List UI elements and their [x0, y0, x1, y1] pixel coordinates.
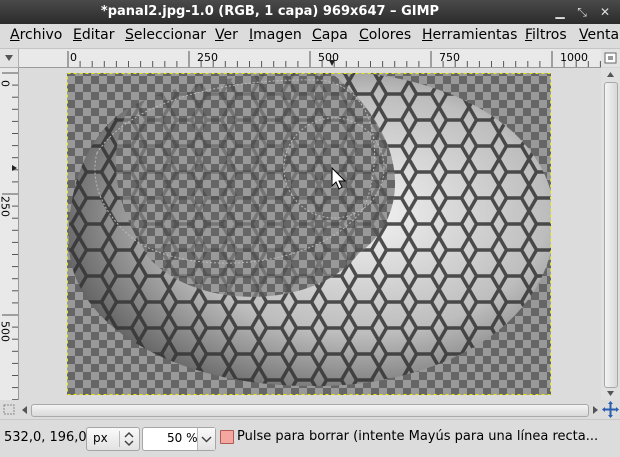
menu-label: olores [369, 27, 411, 43]
unit-selector[interactable]: px [86, 427, 140, 451]
ruler-label: 250 [197, 51, 218, 64]
window-title: *panal2.jpg-1.0 (RGB, 1 capa) 969x647 – … [0, 4, 540, 19]
menu-colores[interactable]: Colores [359, 27, 411, 43]
menu-mnemonic: H [422, 27, 433, 43]
vertical-scrollbar[interactable] [601, 68, 620, 400]
menu-capa[interactable]: Capa [312, 27, 348, 43]
menu-mnemonic: C [359, 27, 369, 43]
menu-imagen[interactable]: Imagen [249, 27, 302, 43]
menu-ver[interactable]: Ver [215, 27, 238, 43]
pointer-coordinates: 532,0, 196,0 [4, 430, 87, 445]
image-canvas[interactable] [19, 68, 601, 400]
status-message: Pulse para borrar (intente Mayús para un… [237, 429, 598, 444]
quick-mask-menu-button[interactable] [0, 49, 19, 68]
quick-mask-icon[interactable] [0, 400, 18, 419]
ruler-label: 500 [0, 321, 12, 342]
horizontal-ruler-ticks: 0 250 500 750 1000 [19, 49, 601, 67]
menu-mnemonic: E [73, 27, 82, 43]
menu-label: entanas [588, 27, 620, 43]
vertical-scrollbar-thumb[interactable] [604, 82, 618, 388]
close-icon[interactable]: ✕ [597, 4, 613, 20]
navigate-button[interactable] [601, 49, 620, 67]
menu-mnemonic: S [125, 27, 134, 43]
scroll-left-icon[interactable] [19, 403, 31, 417]
menu-label: rchivo [20, 27, 63, 43]
menu-label: eleccionar [134, 27, 206, 43]
ruler-label: 0 [70, 51, 77, 64]
menu-label: magen [253, 27, 302, 43]
menu-ventanas[interactable]: Ventanas [579, 27, 620, 43]
menu-mnemonic: C [312, 27, 322, 43]
menu-mnemonic: V [579, 27, 588, 43]
scroll-right-icon[interactable] [589, 403, 601, 417]
status-bar: 532,0, 196,0 px 50 % Pulse para borrar (… [0, 419, 620, 457]
ruler-label: 0 [0, 80, 12, 87]
ruler-label: 250 [0, 196, 12, 217]
menu-editar[interactable]: Editar [73, 27, 114, 43]
menu-filtros[interactable]: Filtros [525, 27, 567, 43]
menu-seleccionar[interactable]: Seleccionar [125, 27, 206, 43]
menu-label: apa [322, 27, 348, 43]
horizontal-scrollbar-thumb[interactable] [31, 404, 589, 417]
navigate-cross-icon[interactable] [601, 400, 620, 419]
minimize-icon[interactable]: ▁ [552, 4, 568, 20]
unit-value: px [93, 431, 108, 445]
menu-bar: Archivo Editar Seleccionar Ver Imagen Ca… [0, 24, 620, 49]
menu-archivo[interactable]: Archivo [10, 27, 62, 43]
zoom-value: 50 % [167, 431, 198, 445]
menu-label: iltros [532, 27, 567, 43]
up-down-arrows-icon [120, 428, 138, 450]
horizontal-scrollbar[interactable] [19, 403, 601, 417]
ruler-label: 1000 [560, 51, 588, 64]
ruler-label: 750 [439, 51, 460, 64]
maximize-icon[interactable]: ⤡ [574, 4, 590, 20]
menu-mnemonic: F [525, 27, 532, 43]
canvas-drawing [19, 68, 601, 400]
scroll-down-icon[interactable] [601, 386, 620, 400]
zoom-dropdown-button[interactable] [197, 428, 215, 450]
menu-mnemonic: A [10, 27, 20, 43]
ruler-label: 500 [318, 51, 339, 64]
resize-window-icon [601, 49, 620, 67]
vertical-ruler[interactable]: 0 250 500 [0, 68, 19, 400]
menu-label: ditar [82, 27, 115, 43]
menu-label: er [224, 27, 238, 43]
zoom-combo[interactable]: 50 % [142, 427, 216, 451]
title-bar: *panal2.jpg-1.0 (RGB, 1 capa) 969x647 – … [0, 0, 620, 24]
menu-label: erramientas [433, 27, 518, 43]
scroll-up-icon[interactable] [601, 68, 620, 82]
horizontal-ruler[interactable]: 0 250 500 750 1000 [19, 49, 601, 68]
chevron-down-icon [198, 428, 215, 450]
vertical-ruler-ticks: 0 250 500 [0, 68, 18, 400]
menu-mnemonic: V [215, 27, 224, 43]
message-indicator-icon [220, 430, 234, 444]
menu-herramientas[interactable]: Herramientas [422, 27, 517, 43]
